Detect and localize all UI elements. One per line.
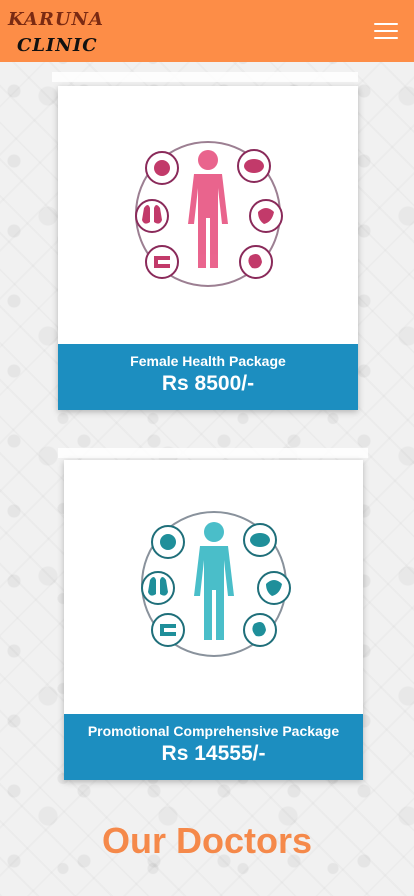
organs-illustration [64,460,363,714]
card-backdrop [52,72,358,82]
hamburger-menu-icon[interactable] [374,20,400,42]
organs-illustration [58,86,358,344]
brand-logo-line2[interactable]: CLINIC [17,35,98,56]
package-card-female-health[interactable]: Female Health Package Rs 8500/- [58,86,358,410]
our-doctors-heading: Our Doctors [101,820,313,861]
package-footer: Female Health Package Rs 8500/- [58,344,358,410]
brand-logo-line1[interactable]: KARUNA [8,9,104,30]
package-price: Rs 14555/- [161,742,266,765]
package-footer: Promotional Comprehensive Package Rs 145… [64,714,363,780]
package-name: Female Health Package [130,353,286,369]
package-name: Promotional Comprehensive Package [87,723,340,739]
package-price: Rs 8500/- [161,372,255,395]
package-card-comprehensive[interactable]: Promotional Comprehensive Package Rs 145… [64,460,363,780]
card-backdrop [58,448,368,458]
top-header: KARUNA CLINIC [0,0,414,62]
